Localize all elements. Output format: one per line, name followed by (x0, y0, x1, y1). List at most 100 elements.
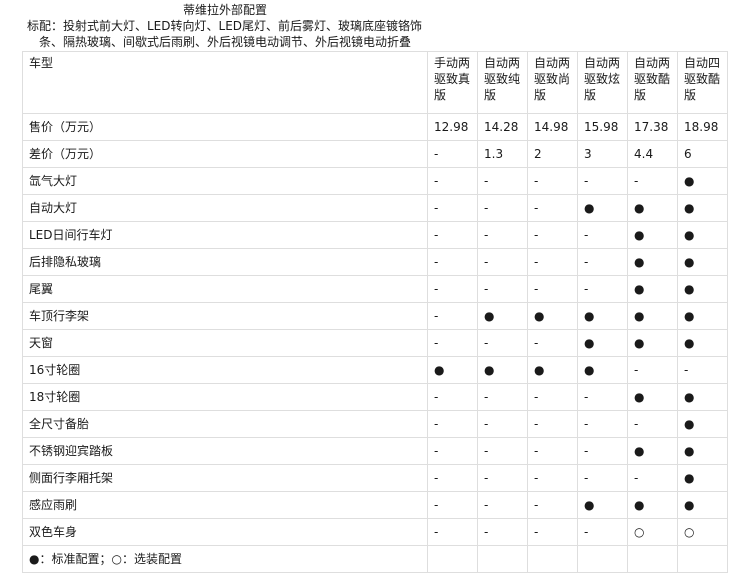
trim-header-4: 自动两 驱致炫版 (577, 51, 628, 114)
value-cell: - (627, 167, 678, 195)
value-cell: ● (677, 302, 728, 330)
value-cell: - (427, 248, 478, 276)
value-cell: - (477, 248, 528, 276)
value-cell: - (577, 383, 628, 411)
value-cell: - (677, 356, 728, 384)
value-cell: ● (527, 302, 578, 330)
row-label: 天窗 (22, 329, 428, 357)
value-cell: - (477, 464, 528, 492)
value-cell: - (477, 410, 528, 438)
value-cell: ● (627, 302, 678, 330)
table-row: 16寸轮圈 ● ● ● ● - - (22, 356, 728, 384)
row-label: 氙气大灯 (22, 167, 428, 195)
value-cell: ● (677, 437, 728, 465)
value-cell: - (527, 464, 578, 492)
value-cell: - (477, 437, 528, 465)
value-cell: - (527, 491, 578, 519)
value-cell: 18.98 (677, 113, 728, 141)
value-cell: - (477, 167, 528, 195)
value-cell: ● (677, 167, 728, 195)
row-label: 差价（万元） (22, 140, 428, 168)
value-cell: ● (627, 329, 678, 357)
table-row: 双色车身 - - - - ○ ○ (22, 518, 728, 546)
trim-header-line: 版 (434, 88, 447, 102)
trim-header-6: 自动四 驱致酷版 (677, 51, 728, 114)
empty-cell (427, 545, 478, 573)
row-label: 16寸轮圈 (22, 356, 428, 384)
value-cell: ● (577, 491, 628, 519)
table-row: 18寸轮圈 - - - - ● ● (22, 383, 728, 411)
value-cell: - (427, 464, 478, 492)
value-cell: ● (627, 248, 678, 276)
value-cell: - (527, 194, 578, 222)
value-cell: - (527, 248, 578, 276)
empty-cell (477, 545, 528, 573)
trim-header-line: 版 (634, 88, 647, 102)
trim-header-line: 自动两 (634, 56, 671, 70)
trim-header-line: 自动两 (484, 56, 521, 70)
value-cell: ● (677, 329, 728, 357)
value-cell: - (577, 248, 628, 276)
trim-header-line: 驱致炫 (584, 72, 621, 86)
value-cell: 6 (677, 140, 728, 168)
trim-header-line: 版 (684, 88, 697, 102)
value-cell: - (427, 194, 478, 222)
value-cell: - (527, 275, 578, 303)
row-label: 车顶行李架 (22, 302, 428, 330)
value-cell: - (577, 221, 628, 249)
row-label: 尾翼 (22, 275, 428, 303)
empty-cell (577, 545, 628, 573)
value-cell: 3 (577, 140, 628, 168)
value-cell: 2 (527, 140, 578, 168)
value-cell: - (427, 167, 478, 195)
empty-cell (677, 545, 728, 573)
value-cell: ● (627, 383, 678, 411)
value-cell: ● (627, 221, 678, 249)
table-row: 感应雨刷 - - - ● ● ● (22, 491, 728, 519)
value-cell: - (427, 275, 478, 303)
trim-header-line: 驱致酷 (634, 72, 671, 86)
standard-equipment-line-2: 条、隔热玻璃、间歇式后雨刷、外后视镜电动调节、外后视镜电动折叠 (39, 35, 412, 49)
trim-header-5: 自动两 驱致酷版 (627, 51, 678, 114)
config-table: 车型 手动两 驱致真版 自动两 驱致纯版 自动两 驱致尚版 自动两 驱致炫版 自动两 驱致… (22, 51, 728, 573)
value-cell: - (527, 221, 578, 249)
value-cell: ○ (677, 518, 728, 546)
value-cell: ● (577, 302, 628, 330)
trim-header-1: 手动两 驱致真版 (427, 51, 478, 114)
value-cell: - (427, 221, 478, 249)
row-label: LED日间行车灯 (22, 221, 428, 249)
value-cell: - (527, 518, 578, 546)
value-cell: - (427, 518, 478, 546)
trim-header-line: 驱致酷 (684, 72, 721, 86)
table-row: 售价（万元） 12.98 14.28 14.98 15.98 17.38 18.98 (22, 113, 728, 141)
value-cell: - (477, 518, 528, 546)
table-row: 氙气大灯 - - - - - ● (22, 167, 728, 195)
table-row: 车顶行李架 - ● ● ● ● ● (22, 302, 728, 330)
row-label: 后排隐私玻璃 (22, 248, 428, 276)
value-cell: ● (477, 356, 528, 384)
value-cell: - (577, 410, 628, 438)
value-cell: 12.98 (427, 113, 478, 141)
value-cell: - (427, 329, 478, 357)
table-row: 天窗 - - - ● ● ● (22, 329, 728, 357)
table-row: 全尺寸备胎 - - - - - ● (22, 410, 728, 438)
trim-header-3: 自动两 驱致尚版 (527, 51, 578, 114)
trim-header-2: 自动两 驱致纯版 (477, 51, 528, 114)
value-cell: ● (527, 356, 578, 384)
trim-header-line: 版 (584, 88, 597, 102)
value-cell: ● (677, 410, 728, 438)
value-cell: - (577, 167, 628, 195)
value-cell: - (477, 221, 528, 249)
standard-equipment-note: 标配：投射式前大灯、LED转向灯、LED尾灯、前后雾灯、玻璃底座镀铬饰 条、隔热… (27, 18, 427, 50)
value-cell: 4.4 (627, 140, 678, 168)
table-row: 后排隐私玻璃 - - - - ● ● (22, 248, 728, 276)
value-cell: 14.28 (477, 113, 528, 141)
value-cell: ● (677, 194, 728, 222)
value-cell: - (627, 356, 678, 384)
value-cell: ○ (627, 518, 678, 546)
value-cell: ● (627, 275, 678, 303)
value-cell: 14.98 (527, 113, 578, 141)
trim-header-line: 驱致真 (434, 72, 471, 86)
value-cell: - (577, 275, 628, 303)
value-cell: ● (677, 221, 728, 249)
